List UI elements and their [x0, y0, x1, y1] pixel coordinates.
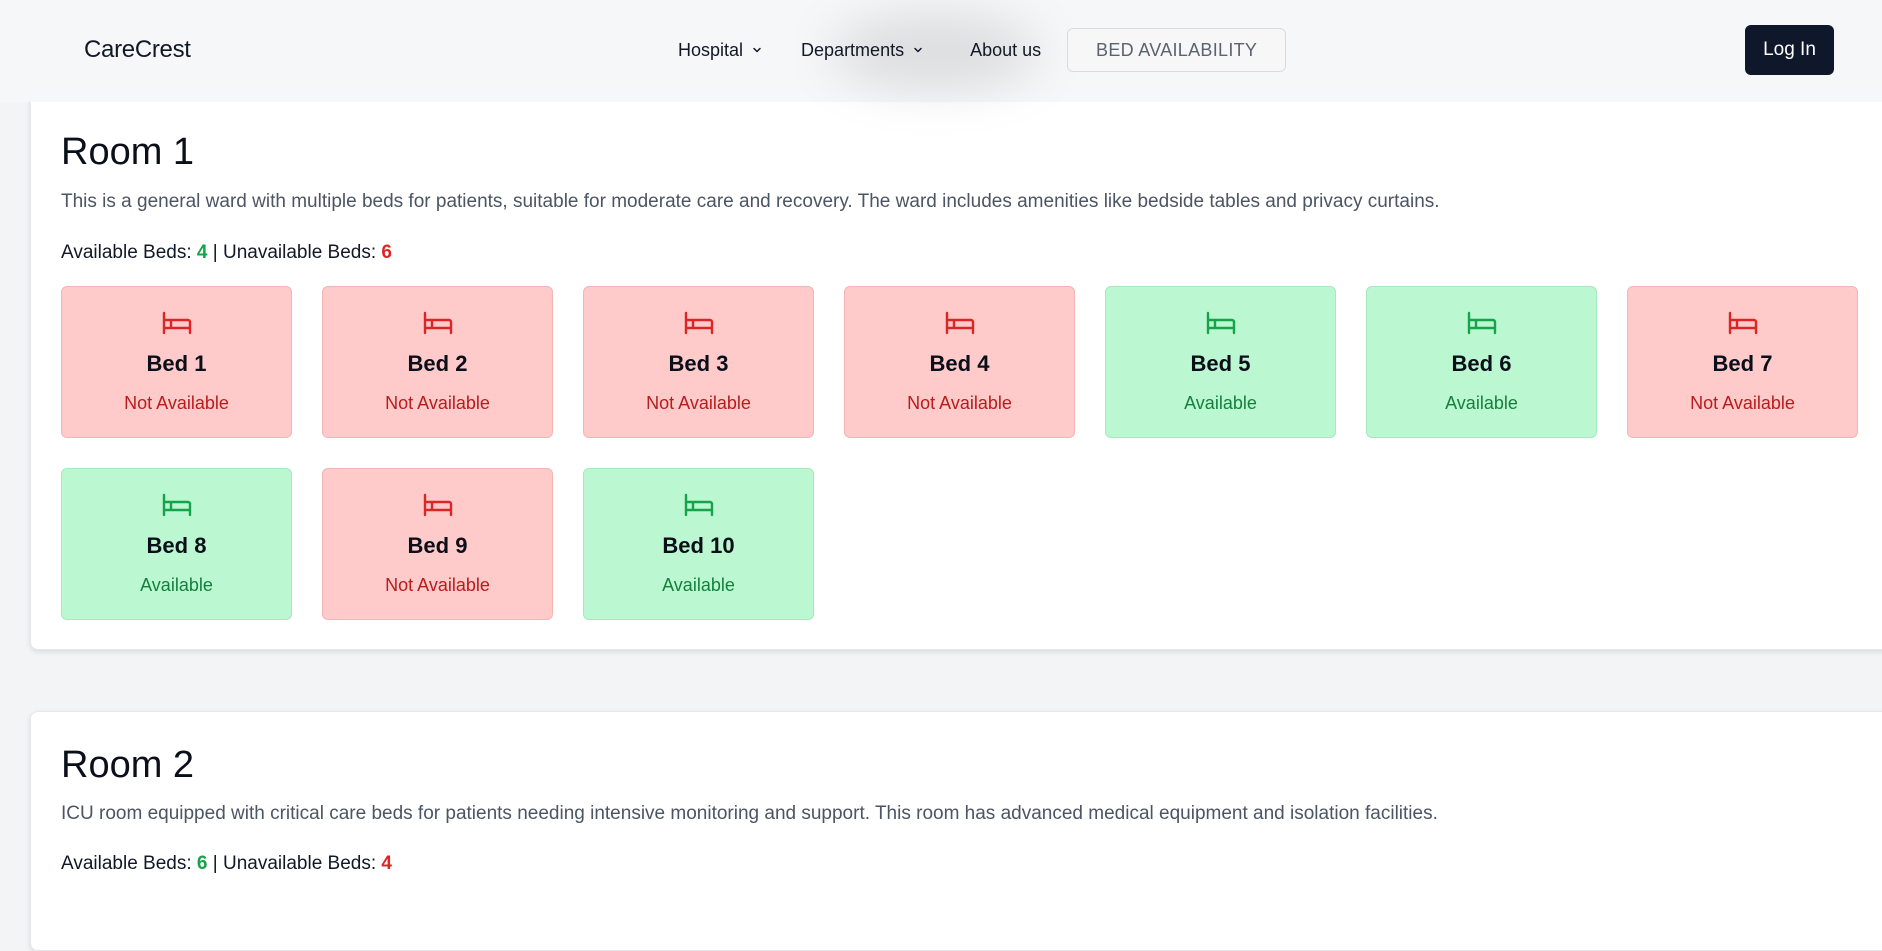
bed-card[interactable]: Bed 1 Not Available [61, 286, 292, 438]
nav-links: Hospital Departments About us BED AVAILA… [670, 28, 1287, 72]
login-button[interactable]: Log In [1745, 25, 1834, 75]
bed-status: Available [1445, 393, 1518, 413]
nav-departments-dropdown[interactable]: Departments [801, 40, 924, 61]
room-description: ICU room equipped with critical care bed… [61, 803, 1438, 824]
room-card: Room 1 This is a general ward with multi… [30, 88, 1882, 650]
bed-icon [684, 311, 713, 335]
unavailable-beds-count: 4 [381, 853, 392, 874]
bed-icon [423, 311, 452, 335]
room-bed-counts: Available Beds: 4 | Unavailable Beds: 6 [61, 242, 392, 264]
bed-name: Bed 1 [146, 351, 207, 376]
room-title: Room 1 [61, 131, 195, 173]
nav-departments-label: Departments [801, 39, 905, 60]
bed-name: Bed 7 [1712, 351, 1773, 376]
available-beds-label: Available Beds: [61, 853, 197, 874]
bed-icon [684, 493, 713, 517]
bed-status: Not Available [385, 575, 490, 595]
bed-card[interactable]: Bed 3 Not Available [583, 286, 814, 438]
available-beds-label: Available Beds: [61, 242, 197, 263]
bed-card[interactable]: Bed 8 Available [61, 468, 292, 620]
bed-icon [1728, 311, 1757, 335]
available-beds-count: 6 [196, 853, 208, 874]
bed-card[interactable]: Bed 10 Available [583, 468, 814, 620]
bed-icon [1206, 311, 1235, 335]
bed-icon [423, 493, 452, 517]
bed-icon [1467, 311, 1496, 335]
bed-card[interactable]: Bed 6 Available [1366, 286, 1597, 438]
room-card: Room 2 ICU room equipped with critical c… [30, 711, 1882, 951]
chevron-down-icon [914, 47, 922, 53]
counts-separator: | [207, 853, 223, 874]
bed-card[interactable]: Bed 4 Not Available [844, 286, 1075, 438]
bed-status: Not Available [1690, 393, 1795, 413]
bed-status: Not Available [907, 393, 1012, 413]
bed-card[interactable]: Bed 7 Not Available [1627, 286, 1858, 438]
top-navbar: CareCrest Hospital Departments About us … [0, 0, 1882, 102]
bed-status: Available [1184, 393, 1257, 413]
bed-icon [162, 311, 191, 335]
room-description: This is a general ward with multiple bed… [61, 191, 1440, 212]
bed-name: Bed 2 [407, 351, 468, 376]
bed-name: Bed 3 [668, 351, 729, 376]
bed-name: Bed 10 [662, 533, 735, 558]
bed-status: Available [140, 575, 213, 595]
bed-name: Bed 4 [929, 351, 990, 376]
room-title: Room 2 [61, 744, 195, 786]
bed-availability-button[interactable]: BED AVAILABILITY [1067, 28, 1287, 72]
available-beds-count: 4 [196, 242, 208, 263]
bed-card[interactable]: Bed 2 Not Available [322, 286, 553, 438]
bed-name: Bed 5 [1190, 351, 1251, 376]
bed-icon [945, 311, 974, 335]
chevron-down-icon [753, 47, 761, 53]
bed-name: Bed 8 [146, 533, 207, 558]
bed-icon [162, 493, 191, 517]
bed-grid: Bed 1 Not Available Bed 2 Not Available Bed … [61, 286, 1882, 620]
bed-status: Not Available [385, 393, 490, 413]
room-bed-counts: Available Beds: 6 | Unavailable Beds: 4 [61, 853, 392, 875]
bed-card[interactable]: Bed 5 Available [1105, 286, 1336, 438]
nav-hospital-label: Hospital [678, 39, 744, 60]
bed-status: Not Available [646, 393, 751, 413]
unavailable-beds-count: 6 [381, 242, 392, 263]
brand-logo[interactable]: CareCrest [84, 36, 191, 64]
nav-hospital-dropdown[interactable]: Hospital [678, 40, 763, 61]
unavailable-beds-label: Unavailable Beds: [222, 242, 382, 263]
bed-name: Bed 9 [407, 533, 468, 558]
nav-about-link[interactable]: About us [970, 40, 1041, 61]
bed-status: Not Available [124, 393, 229, 413]
bed-card[interactable]: Bed 9 Not Available [322, 468, 553, 620]
bed-status: Available [662, 575, 735, 595]
bed-name: Bed 6 [1451, 351, 1512, 376]
unavailable-beds-label: Unavailable Beds: [222, 853, 382, 874]
counts-separator: | [207, 242, 223, 263]
